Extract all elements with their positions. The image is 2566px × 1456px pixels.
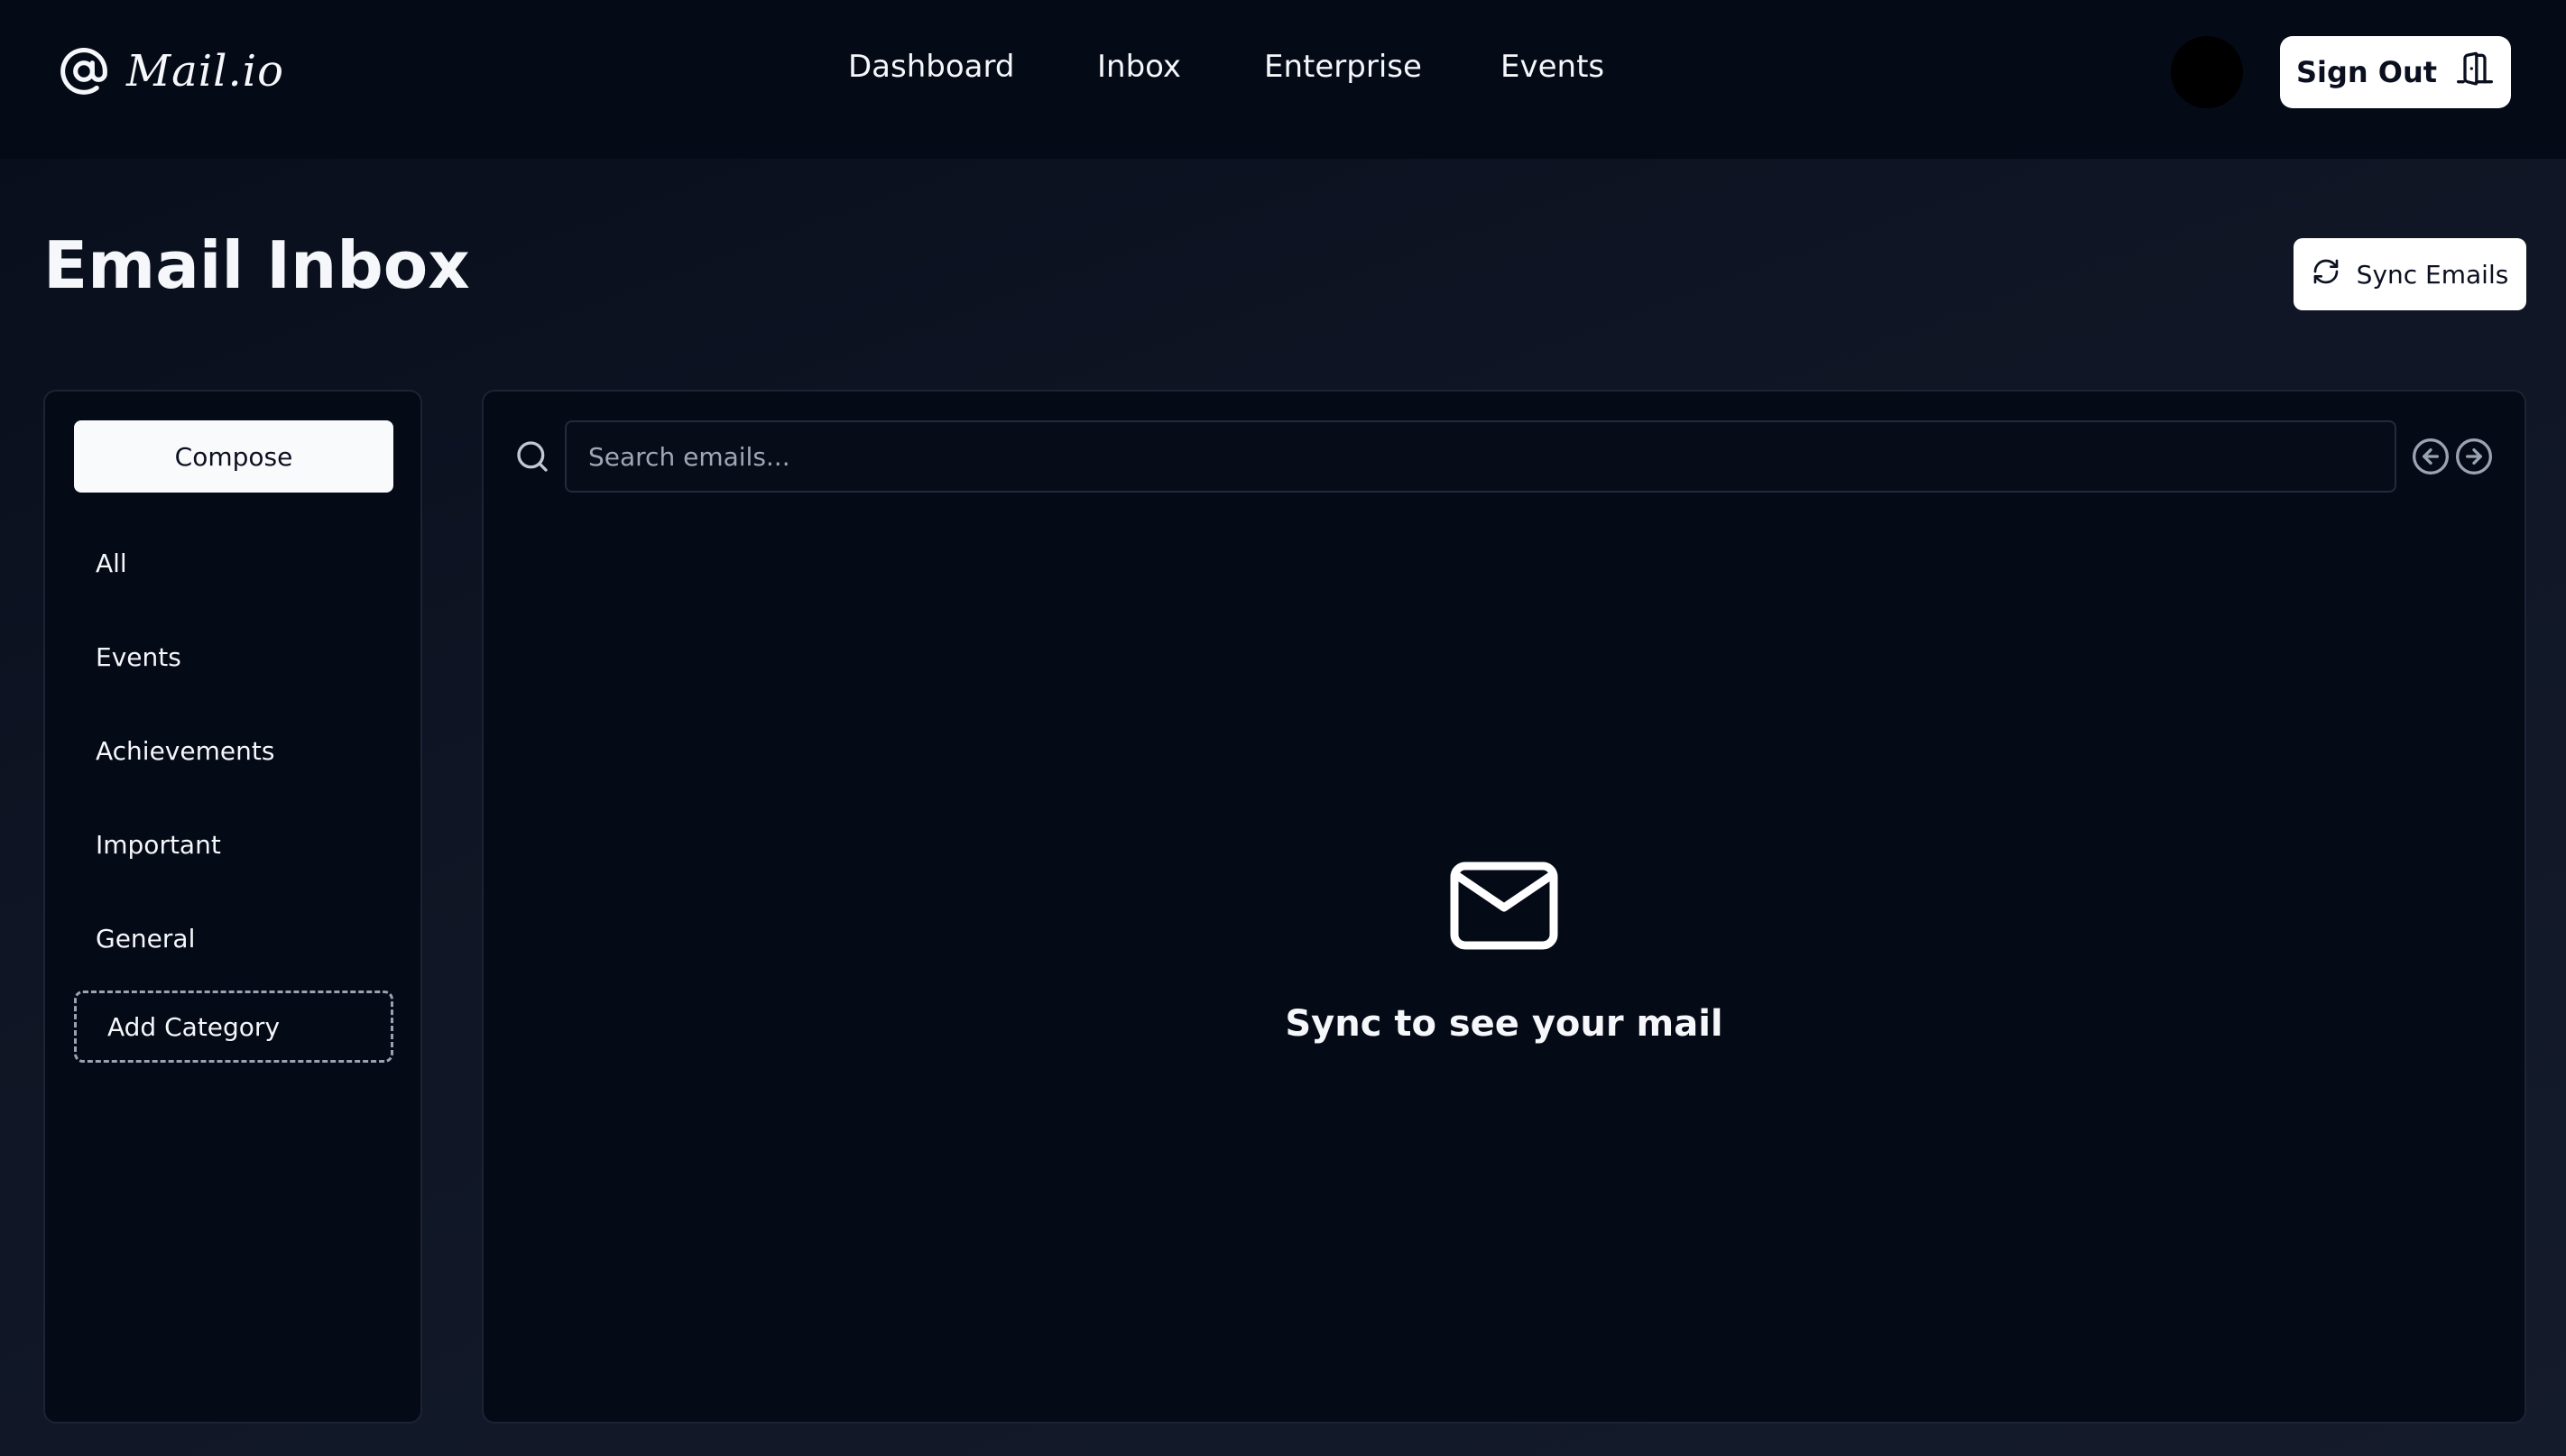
add-category-button[interactable]: Add Category (74, 991, 393, 1063)
nav-link-dashboard[interactable]: Dashboard (848, 49, 1014, 85)
sign-out-button[interactable]: Sign Out (2280, 36, 2511, 108)
top-navigation-bar: Mail.io Dashboard Inbox Enterprise Event… (0, 0, 2566, 159)
nav-link-inbox[interactable]: Inbox (1097, 49, 1181, 85)
at-sign-icon (58, 45, 110, 97)
brand-logo[interactable]: Mail.io (58, 41, 284, 101)
empty-state-text: Sync to see your mail (1285, 1003, 1723, 1045)
nav-link-events[interactable]: Events (1500, 49, 1604, 85)
refresh-icon (2312, 257, 2340, 292)
sign-out-label: Sign Out (2295, 55, 2438, 89)
sync-emails-label: Sync Emails (2356, 259, 2509, 290)
sync-emails-button[interactable]: Sync Emails (2294, 238, 2526, 310)
email-list-panel: Sync to see your mail (482, 390, 2526, 1424)
mail-icon (1449, 861, 1559, 951)
search-icon (514, 438, 550, 475)
sidebar-item-general[interactable]: General (96, 924, 195, 954)
door-exit-icon (2455, 49, 2495, 96)
sidebar-item-achievements[interactable]: Achievements (96, 736, 274, 766)
next-page-icon[interactable] (2454, 437, 2494, 476)
nav-link-enterprise[interactable]: Enterprise (1264, 49, 1422, 85)
empty-state: Sync to see your mail (484, 861, 2524, 1045)
search-input[interactable] (565, 420, 2396, 493)
brand-name: Mail.io (126, 46, 284, 97)
sidebar-item-events[interactable]: Events (96, 642, 181, 672)
previous-page-icon[interactable] (2411, 437, 2451, 476)
category-sidebar: Compose All Events Achievements Importan… (43, 390, 422, 1424)
sidebar-item-all[interactable]: All (96, 548, 127, 578)
sidebar-item-important[interactable]: Important (96, 830, 221, 860)
page-title: Email Inbox (43, 227, 470, 303)
avatar[interactable] (2171, 36, 2243, 108)
compose-button[interactable]: Compose (74, 420, 393, 493)
